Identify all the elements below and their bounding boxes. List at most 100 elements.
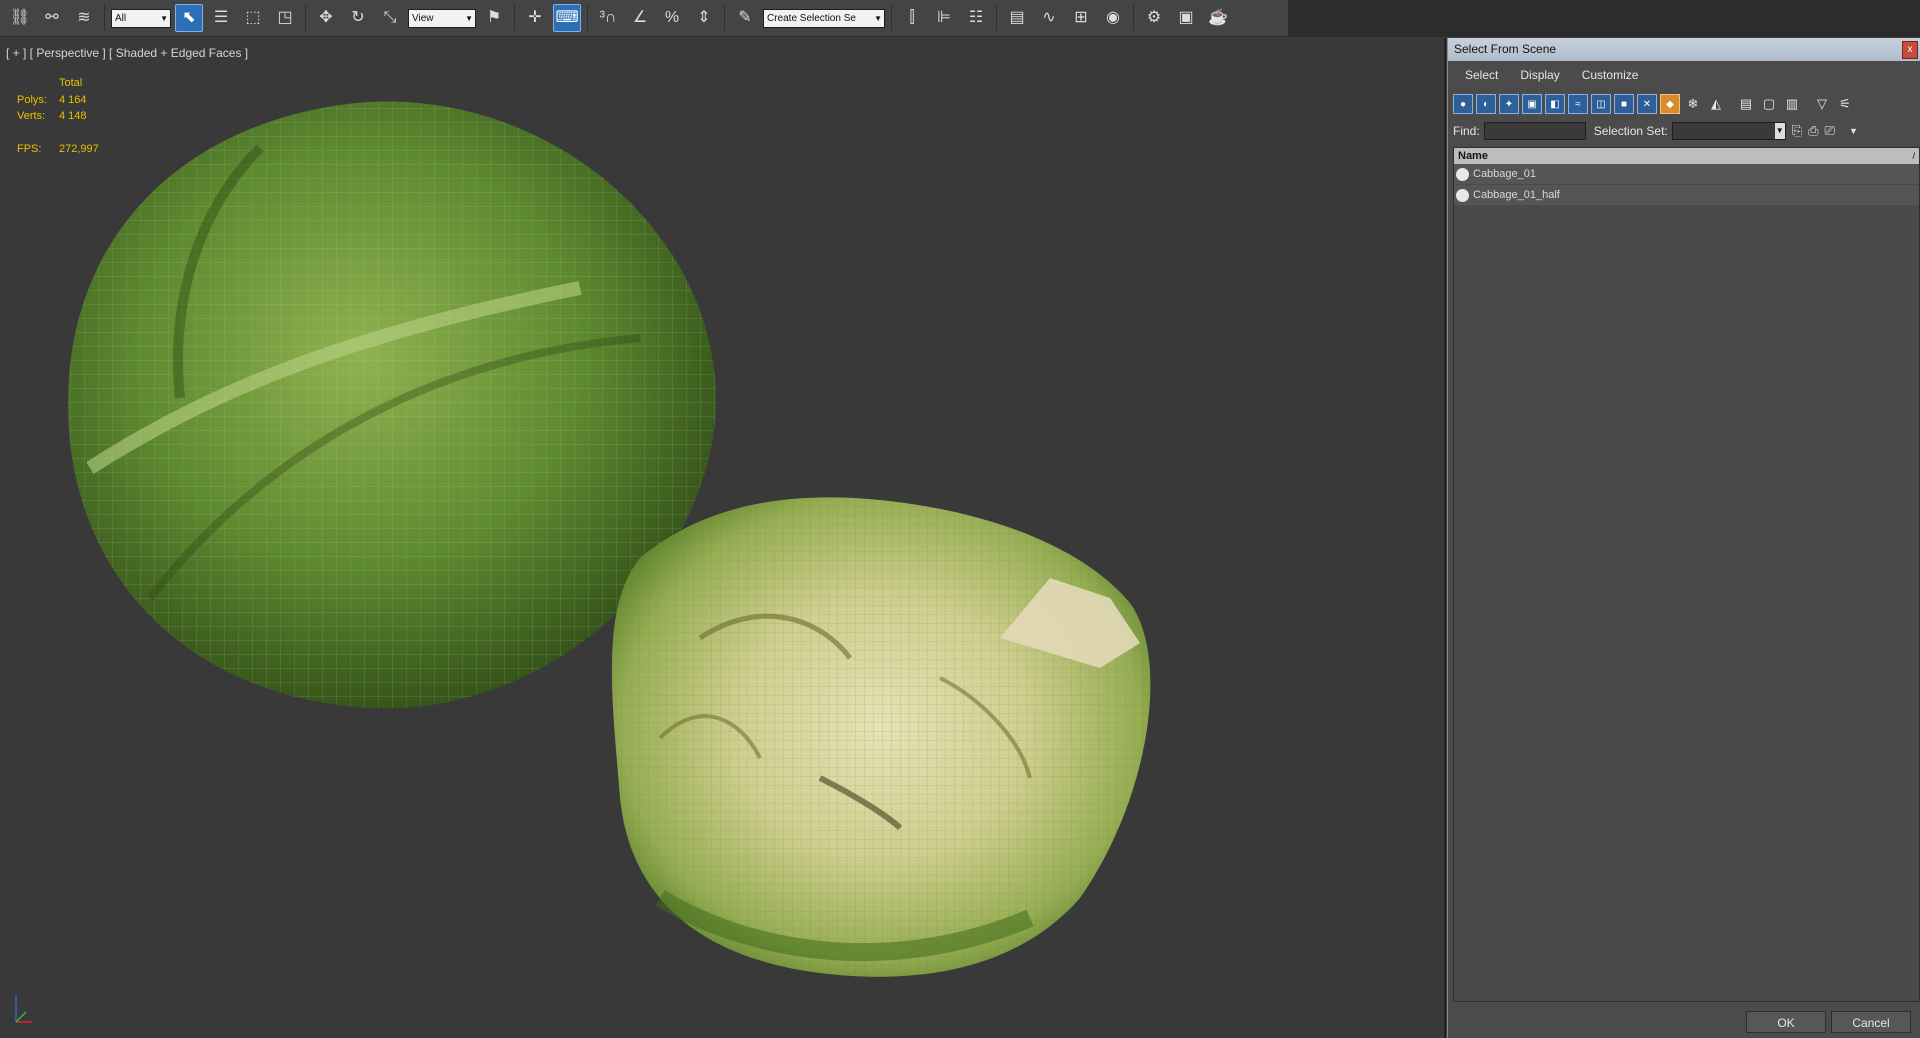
- pivot-icon[interactable]: ⚑: [480, 4, 508, 32]
- menu-select[interactable]: Select: [1453, 68, 1508, 82]
- display-lights-icon[interactable]: ✦: [1499, 94, 1519, 114]
- list-item[interactable]: Cabbage_01_half: [1454, 185, 1919, 206]
- menu-customize[interactable]: Customize: [1570, 68, 1649, 82]
- dialog-menubar: Select Display Customize: [1453, 64, 1920, 86]
- select-from-scene-dialog: Select From Scene x Select Display Custo…: [1447, 38, 1920, 1038]
- selection-filter-value: All: [115, 12, 127, 24]
- select-none-icon[interactable]: ▢: [1759, 94, 1779, 114]
- dialog-footer: OK Cancel: [1453, 1002, 1920, 1038]
- filter-icon[interactable]: ▽: [1812, 94, 1832, 114]
- toolbar-divider: [724, 5, 725, 31]
- toolbar-divider: [1133, 5, 1134, 31]
- scene-explorer-icon[interactable]: ▤: [1003, 4, 1031, 32]
- reference-coordinate-dropdown[interactable]: View ▼: [408, 8, 476, 28]
- align-icon[interactable]: ⊫: [930, 4, 958, 32]
- display-bones-icon[interactable]: ✕: [1637, 94, 1657, 114]
- display-groups-icon[interactable]: ◫: [1591, 94, 1611, 114]
- rendered-frame-icon[interactable]: ▣: [1172, 4, 1200, 32]
- curve-editor-icon[interactable]: ∿: [1035, 4, 1063, 32]
- snaps-icon[interactable]: ³∩: [594, 4, 622, 32]
- angle-snap-icon[interactable]: ∠: [626, 4, 654, 32]
- display-containers-icon[interactable]: ◆: [1660, 94, 1680, 114]
- cancel-button[interactable]: Cancel: [1831, 1011, 1911, 1033]
- chevron-down-icon[interactable]: ▼: [1849, 126, 1858, 136]
- select-object-icon[interactable]: ⬉: [175, 4, 203, 32]
- find-row: Find: Selection Set: ▼ ⎘ ⎙ ⎚ ▼: [1453, 120, 1920, 142]
- reference-coordinate-value: View: [412, 12, 434, 24]
- dialog-title[interactable]: Select From Scene: [1448, 38, 1920, 61]
- ok-button[interactable]: OK: [1746, 1011, 1826, 1033]
- display-space-warps-icon[interactable]: ≈: [1568, 94, 1588, 114]
- viewport-label[interactable]: [ + ] [ Perspective ] [ Shaded + Edged F…: [6, 46, 248, 60]
- add-to-selection-set-icon[interactable]: ⎙: [1808, 123, 1818, 139]
- spinner-snap-icon[interactable]: ⇕: [690, 4, 718, 32]
- display-shapes-icon[interactable]: ◐: [1476, 94, 1496, 114]
- scene-object-list[interactable]: Name / Cabbage_01 Cabbage_01_half: [1453, 147, 1920, 1002]
- rotate-icon[interactable]: ↻: [344, 4, 372, 32]
- move-icon[interactable]: ✥: [312, 4, 340, 32]
- scene-render: [67, 101, 1151, 977]
- material-editor-icon[interactable]: ◉: [1099, 4, 1127, 32]
- find-input[interactable]: [1483, 122, 1586, 140]
- axis-tripod-icon: [15, 996, 32, 1023]
- sort-icon: /: [1912, 151, 1915, 161]
- selection-filter-dropdown[interactable]: All ▼: [111, 8, 171, 28]
- display-frozen-icon[interactable]: ❄: [1683, 94, 1703, 114]
- dialog-filter-toolbar: ● ◐ ✦ ▣ ◧ ≈ ◫ ■ ✕ ◆ ❄ ◭ ▤ ▢ ▥ ▽ ⚟: [1453, 92, 1920, 116]
- keyboard-shortcut-icon[interactable]: ⌨: [553, 4, 581, 32]
- toolbar-divider: [305, 5, 306, 31]
- close-button[interactable]: x: [1902, 41, 1918, 59]
- selection-set-label: Selection Set:: [1593, 124, 1668, 138]
- edit-named-sets-icon[interactable]: ✎: [731, 4, 759, 32]
- main-window-toolbar-overflow: [1288, 0, 1920, 37]
- toolbar-divider: [891, 5, 892, 31]
- render-icon[interactable]: ☕: [1204, 4, 1232, 32]
- manipulate-icon[interactable]: ✛: [521, 4, 549, 32]
- list-header-name[interactable]: Name /: [1454, 148, 1919, 164]
- stats-verts-label: Verts:: [17, 110, 46, 122]
- list-item-label: Cabbage_01_half: [1473, 189, 1560, 201]
- list-item-label: Cabbage_01: [1473, 168, 1537, 180]
- display-cameras-icon[interactable]: ▣: [1522, 94, 1542, 114]
- cabbage-01-half-mesh[interactable]: [611, 497, 1151, 977]
- display-helpers-icon[interactable]: ◧: [1545, 94, 1565, 114]
- toolbar-divider: [996, 5, 997, 31]
- chevron-down-icon: ▼: [1774, 123, 1785, 139]
- mirror-icon[interactable]: ⫿: [898, 4, 926, 32]
- toolbar-divider: [104, 5, 105, 31]
- selection-set-dropdown[interactable]: ▼: [1671, 122, 1786, 140]
- stats-verts-value: 4 148: [59, 110, 87, 122]
- select-invert-icon[interactable]: ▥: [1782, 94, 1802, 114]
- named-selection-set-dropdown[interactable]: Create Selection Se ▼: [763, 8, 885, 28]
- column-name-label: Name: [1458, 150, 1488, 162]
- select-and-link-icon[interactable]: ⛓: [6, 4, 34, 32]
- chevron-down-icon: ▼: [160, 13, 168, 23]
- bind-space-warp-icon[interactable]: ≋: [70, 4, 98, 32]
- perspective-viewport[interactable]: [ + ] [ Perspective ] [ Shaded + Edged F…: [0, 38, 1446, 1038]
- display-xrefs-icon[interactable]: ■: [1614, 94, 1634, 114]
- window-crossing-icon[interactable]: ◳: [271, 4, 299, 32]
- rectangular-region-icon[interactable]: ⬚: [239, 4, 267, 32]
- select-all-icon[interactable]: ▤: [1736, 94, 1756, 114]
- percent-snap-icon[interactable]: %: [658, 4, 686, 32]
- create-selection-set-icon[interactable]: ⎘: [1792, 123, 1802, 139]
- main-toolbar: ⛓ ⚯ ≋ All ▼ ⬉ ☰ ⬚ ◳ ✥ ↻ ⤡ View ▼ ⚑ ✛ ⌨ ³∩ …: [0, 0, 1288, 37]
- display-geometry-icon[interactable]: ●: [1453, 94, 1473, 114]
- filter-options-icon[interactable]: ⚟: [1835, 94, 1855, 114]
- select-by-name-icon[interactable]: ☰: [207, 4, 235, 32]
- unlink-icon[interactable]: ⚯: [38, 4, 66, 32]
- render-setup-icon[interactable]: ⚙: [1140, 4, 1168, 32]
- display-hidden-icon[interactable]: ◭: [1706, 94, 1726, 114]
- list-item[interactable]: Cabbage_01: [1454, 164, 1919, 185]
- layer-manager-icon[interactable]: ☷: [962, 4, 990, 32]
- stats-fps-value: 272,997: [59, 143, 99, 155]
- schematic-view-icon[interactable]: ⊞: [1067, 4, 1095, 32]
- menu-display[interactable]: Display: [1508, 68, 1569, 82]
- stats-total-label: Total: [59, 77, 83, 89]
- scale-icon[interactable]: ⤡: [376, 4, 404, 32]
- find-label: Find:: [1453, 124, 1480, 138]
- stats-fps-label: FPS:: [17, 143, 42, 155]
- remove-from-selection-set-icon[interactable]: ⎚: [1825, 123, 1835, 139]
- stats-polys-value: 4 164: [59, 94, 87, 106]
- toolbar-divider: [587, 5, 588, 31]
